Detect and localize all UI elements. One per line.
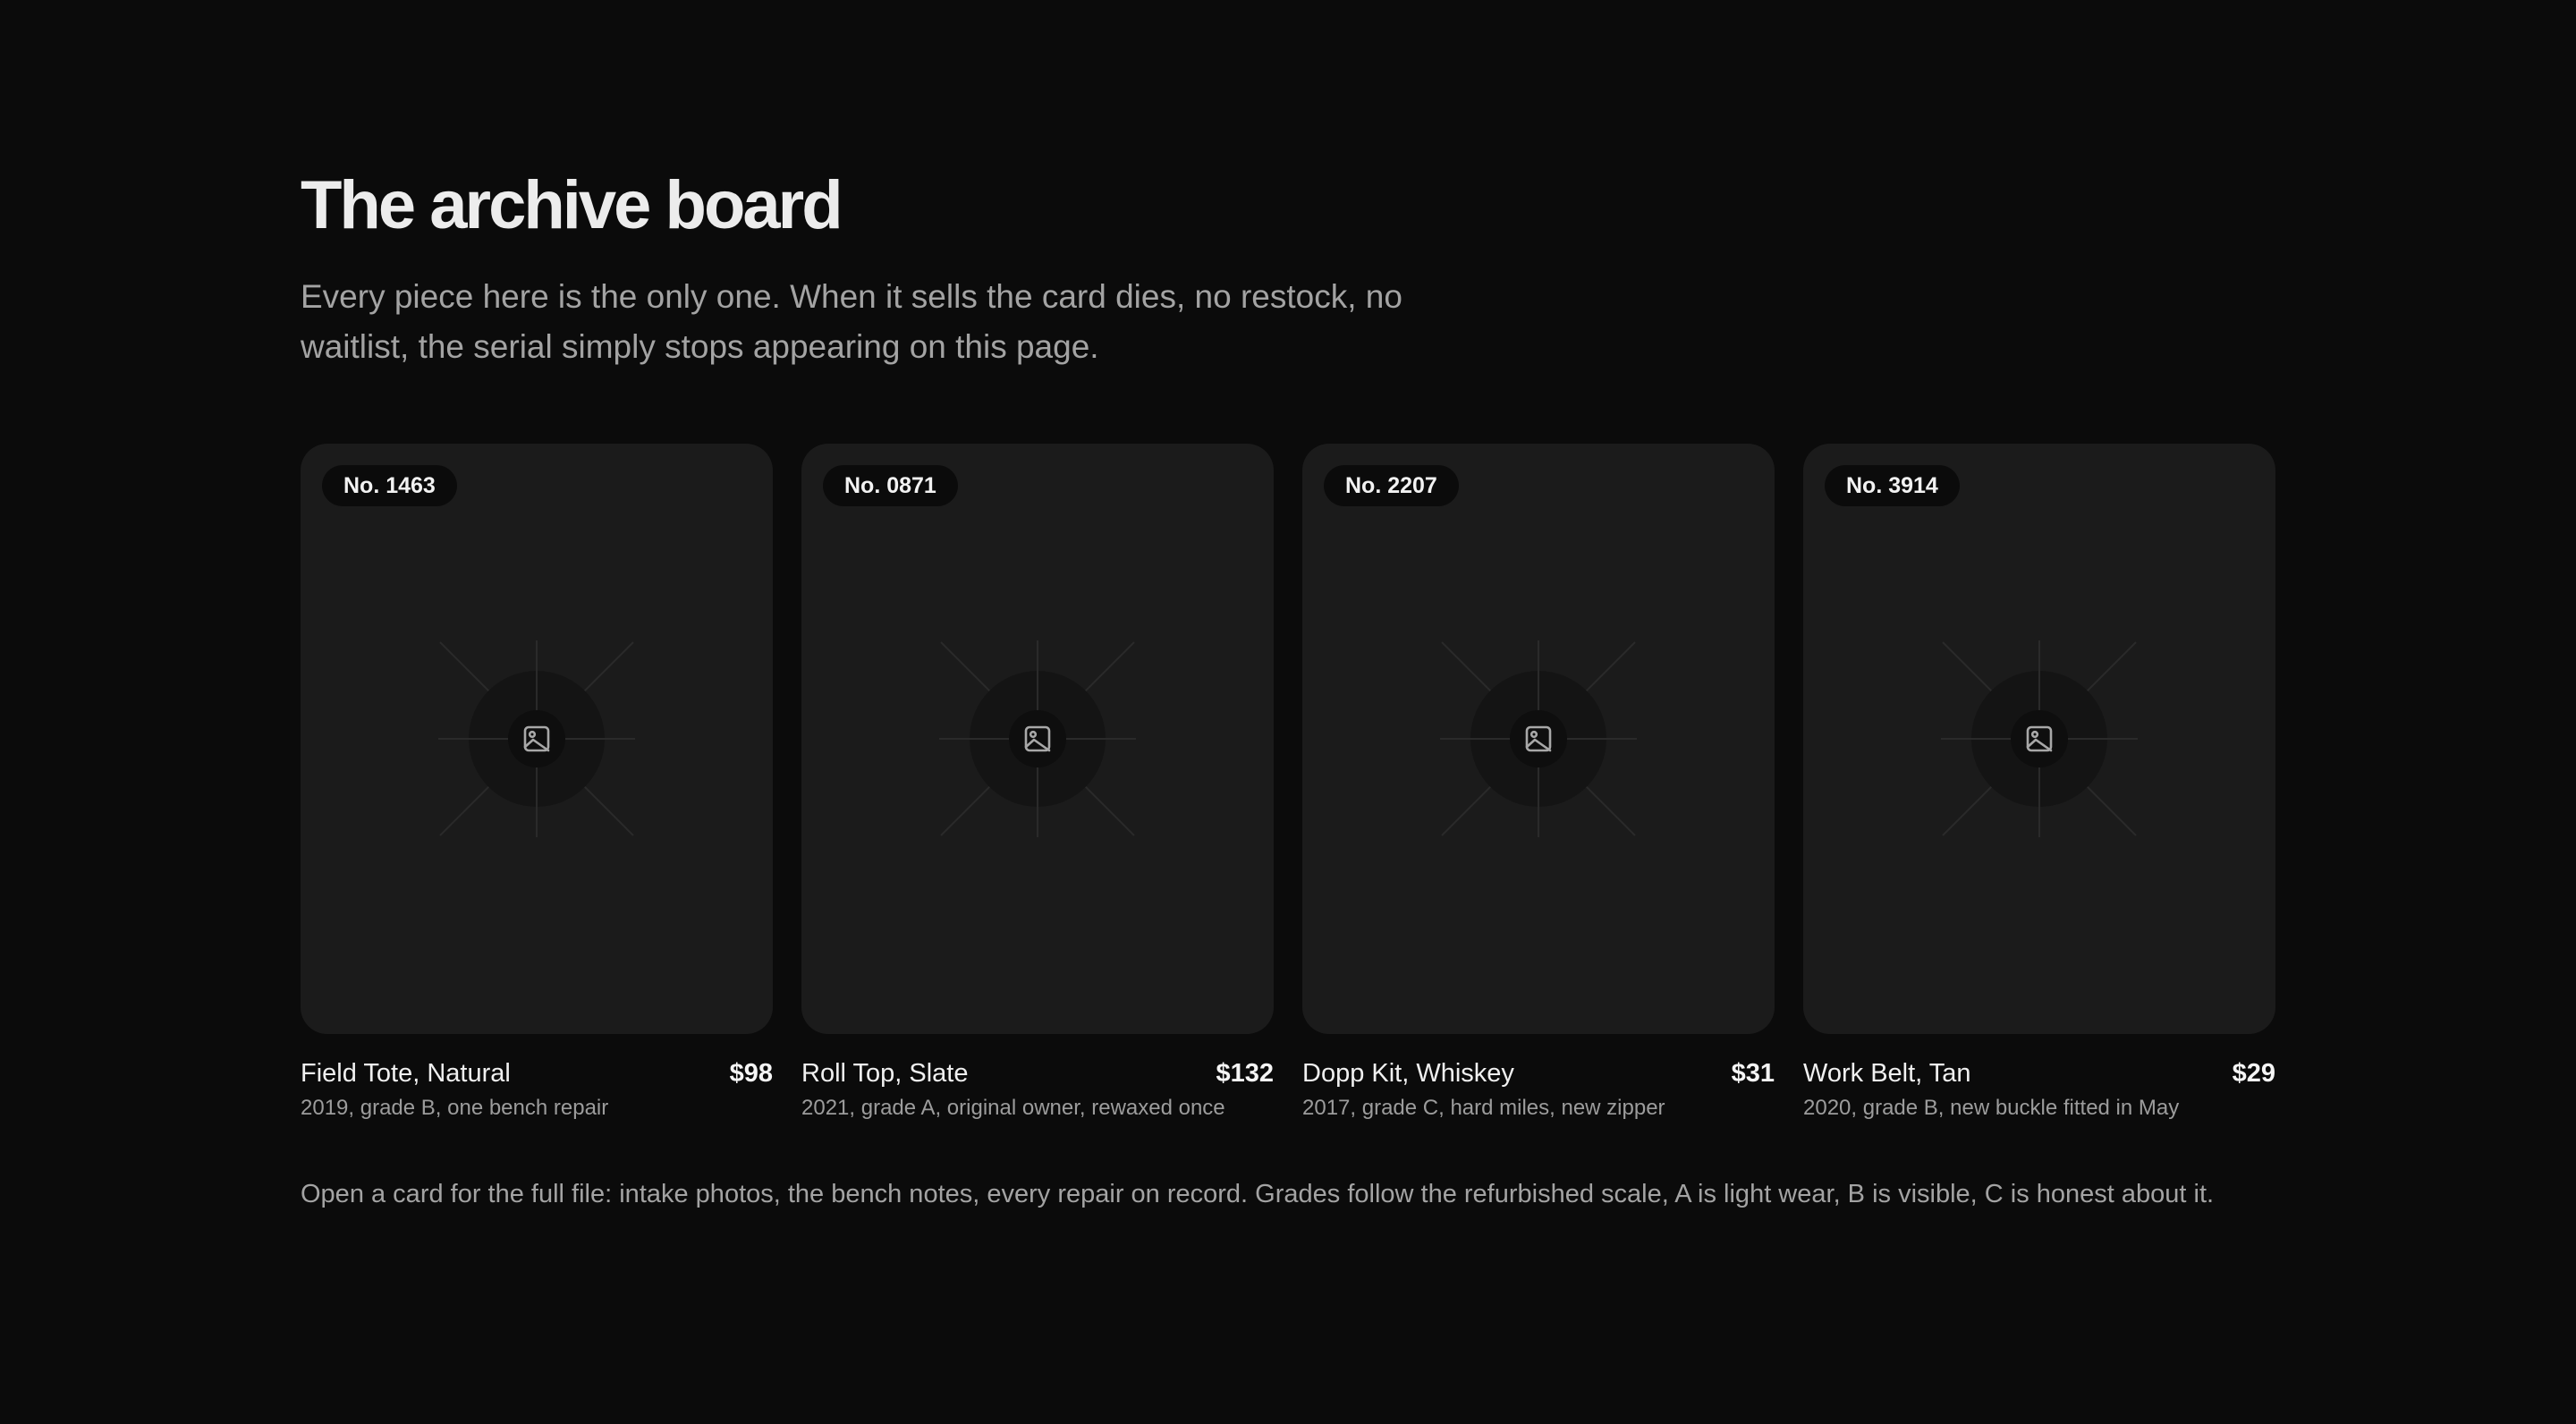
serial-badge: No. 1463 [322, 465, 457, 506]
product-price: $31 [1731, 1059, 1775, 1088]
product-name[interactable]: Roll Top, Slate [801, 1057, 968, 1089]
card-meta: Roll Top, Slate $132 2021, grade A, orig… [801, 1057, 1274, 1122]
serial-badge: No. 3914 [1825, 465, 1960, 506]
product-detail: 2017, grade C, hard miles, new zipper [1302, 1096, 1665, 1120]
product-name[interactable]: Dopp Kit, Whiskey [1302, 1057, 1514, 1089]
image-placeholder-graphic [1936, 636, 2142, 842]
card-meta: Field Tote, Natural $98 2019, grade B, o… [301, 1057, 773, 1122]
page-title: The archive board [301, 167, 843, 243]
product-price: $98 [729, 1059, 773, 1088]
product-name[interactable]: Work Belt, Tan [1803, 1057, 1971, 1089]
product-card[interactable]: No. 1463 Field Tote, Natural $98 2019, g… [301, 444, 773, 1122]
product-card[interactable]: No. 2207 Dopp Kit, Whiskey $31 2017, gra… [1302, 444, 1775, 1122]
image-icon [1941, 640, 2138, 837]
product-name[interactable]: Field Tote, Natural [301, 1057, 511, 1089]
product-detail: 2021, grade A, original owner, rewaxed o… [801, 1096, 1225, 1120]
product-card[interactable]: No. 0871 Roll Top, Slate $132 2021, grad… [801, 444, 1274, 1122]
card-title-row: Work Belt, Tan $29 [1803, 1057, 2275, 1089]
card-image-placeholder[interactable]: No. 1463 [301, 444, 773, 1034]
card-title-row: Roll Top, Slate $132 [801, 1057, 1274, 1089]
page-intro: Every piece here is the only one. When i… [301, 278, 1402, 365]
card-meta: Dopp Kit, Whiskey $31 2017, grade C, har… [1302, 1057, 1775, 1122]
product-price: $29 [2232, 1059, 2275, 1088]
image-placeholder-graphic [434, 636, 640, 842]
image-placeholder-graphic [935, 636, 1140, 842]
product-card[interactable]: No. 3914 Work Belt, Tan $29 2020, grade … [1803, 444, 2275, 1122]
grading-footnote: Open a card for the full file: intake ph… [301, 1180, 2215, 1208]
image-placeholder-graphic [1436, 636, 1641, 842]
card-title-row: Field Tote, Natural $98 [301, 1057, 773, 1089]
serial-badge: No. 0871 [823, 465, 958, 506]
image-icon [939, 640, 1136, 837]
archive-board-page: The archive board Every piece here is th… [301, 161, 2275, 1208]
image-icon [438, 640, 635, 837]
product-card-grid: No. 1463 Field Tote, Natural $98 2019, g… [301, 444, 2275, 1122]
product-detail: 2019, grade B, one bench repair [301, 1096, 609, 1120]
card-image-placeholder[interactable]: No. 0871 [801, 444, 1274, 1034]
image-icon [1440, 640, 1637, 837]
card-image-placeholder[interactable]: No. 3914 [1803, 444, 2275, 1034]
product-price: $132 [1216, 1059, 1274, 1088]
card-meta: Work Belt, Tan $29 2020, grade B, new bu… [1803, 1057, 2275, 1122]
serial-badge: No. 2207 [1324, 465, 1459, 506]
product-detail: 2020, grade B, new buckle fitted in May [1803, 1096, 2180, 1120]
card-title-row: Dopp Kit, Whiskey $31 [1302, 1057, 1775, 1089]
card-image-placeholder[interactable]: No. 2207 [1302, 444, 1775, 1034]
